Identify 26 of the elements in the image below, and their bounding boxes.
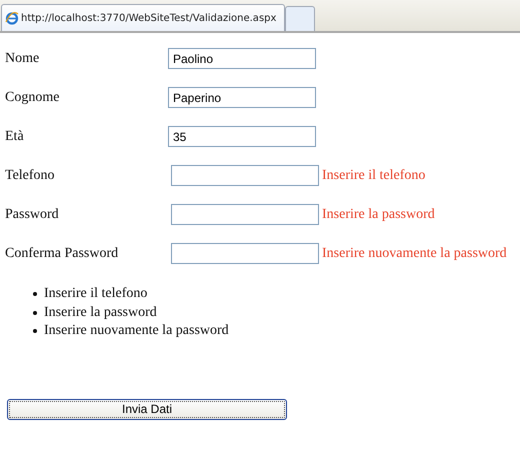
- summary-item: Inserire il telefono: [44, 286, 148, 302]
- error-message: Inserire nuovamente la password: [322, 246, 507, 262]
- error-message: Inserire la password: [322, 206, 435, 222]
- field-label: Nome: [5, 50, 40, 66]
- field-label: Conferma Password: [5, 246, 120, 262]
- field-label: Password: [5, 206, 60, 222]
- text-field[interactable]: 35: [168, 126, 316, 147]
- field-label: Età: [5, 128, 25, 144]
- browser-tab[interactable]: http://localhost:3770/WebSiteTest/Validazione.aspx: [1, 4, 285, 31]
- text-field[interactable]: [171, 165, 319, 186]
- text-field[interactable]: [171, 243, 319, 264]
- error-message: Inserire il telefono: [322, 168, 426, 184]
- submit-button[interactable]: Invia Dati: [7, 398, 287, 420]
- field-label: Telefono: [5, 168, 56, 184]
- browser-logo-icon: [5, 11, 19, 25]
- text-field[interactable]: Paolino: [168, 48, 316, 69]
- text-field[interactable]: Paperino: [168, 87, 316, 108]
- field-label: Cognome: [5, 90, 60, 106]
- text-field[interactable]: [171, 204, 319, 225]
- tab-title: http://localhost:3770/WebSiteTest/Validazione.aspx: [21, 12, 276, 24]
- bullet-icon: [33, 329, 37, 334]
- summary-item: Inserire nuovamente la password: [44, 323, 229, 340]
- bullet-icon: [33, 292, 37, 296]
- summary-item: Inserire la password: [44, 304, 157, 321]
- bullet-icon: [33, 310, 37, 315]
- new-tab[interactable]: [285, 6, 315, 31]
